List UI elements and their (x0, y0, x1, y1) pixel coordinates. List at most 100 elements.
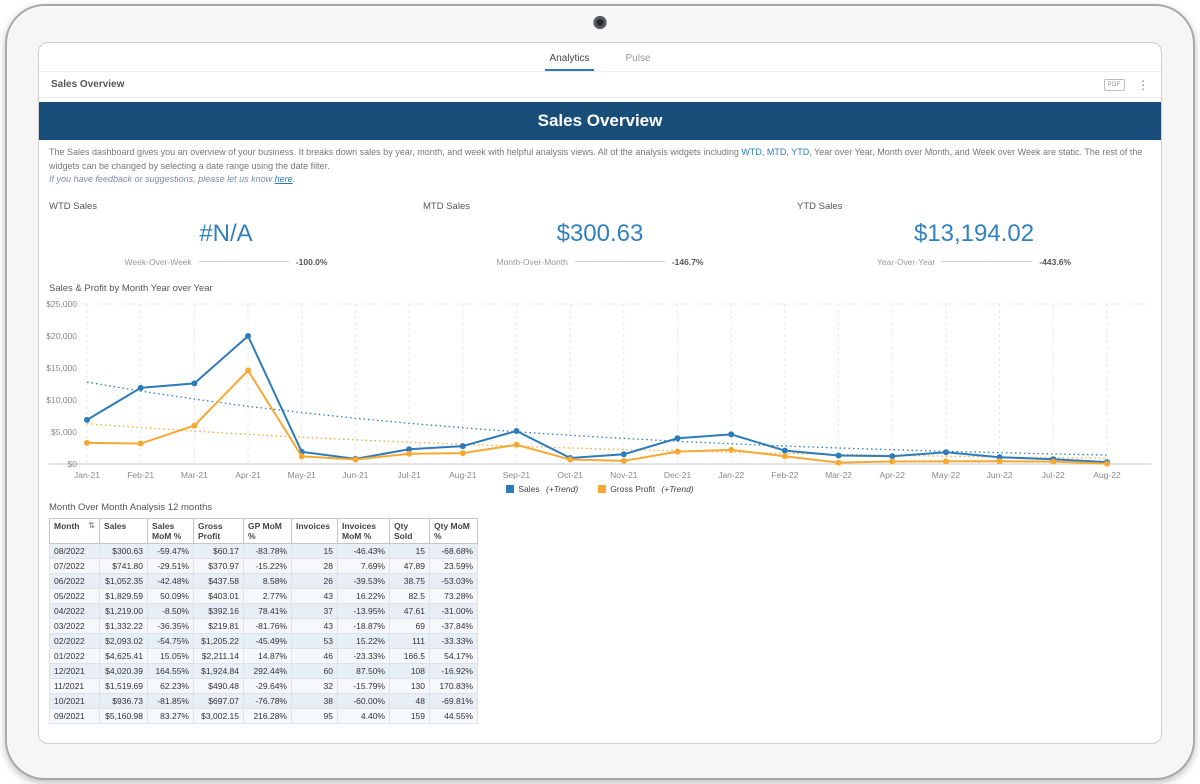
tab-pulse[interactable]: Pulse (622, 47, 655, 71)
legend-suffix: (+Trend) (545, 483, 579, 494)
table-row[interactable]: 05/2022 $1,829.59 50.09% $403.01 2.77% 43 16.2… (49, 587, 478, 604)
table-row[interactable]: 03/2022 $1,332.22 -36.35% $219.81 -81.76% 43-… (49, 617, 478, 634)
column-header-label: Qty MoM % (434, 520, 470, 541)
table-cell: -45.49% (243, 632, 292, 649)
column-header[interactable]: GP MoM % (243, 517, 292, 544)
column-header[interactable]: Qty MoM % (429, 517, 478, 544)
table-cell: 46 (291, 647, 338, 664)
svg-text:Jun-21: Jun-21 (342, 470, 368, 480)
export-pdf-icon[interactable]: PDF (1103, 78, 1125, 91)
table-cell: $437.58 (193, 572, 244, 589)
table-cell: -15.79% (337, 677, 390, 694)
table-cell: 50.09% (147, 587, 194, 604)
svg-text:Mar-22: Mar-22 (825, 470, 852, 480)
kpi-compare-value: -146.7% (671, 256, 704, 267)
table-cell: 53 (291, 632, 338, 649)
table-cell: 32 (291, 677, 338, 694)
table-row[interactable]: 11/2021 $1,519.69 62.23% $490.48 -29.64% 32 -1… (49, 677, 478, 694)
svg-text:Aug-21: Aug-21 (449, 470, 477, 480)
table-cell: 83.27% (147, 707, 194, 724)
kebab-menu-icon[interactable]: ⋮ (1137, 79, 1149, 91)
table-row[interactable]: 08/2022 $300.63 -59.47% $60.17 -83.78% 15 -46.… (49, 542, 478, 559)
kpi-compare: Year-Over-Year -443.6% (864, 257, 1083, 267)
svg-text:Jun-22: Jun-22 (987, 470, 1013, 480)
column-header[interactable]: Qty Sold (389, 517, 430, 544)
table-row[interactable]: 12/2021 $4,020.39 164.55% $1,924.84 292.44% 6… (49, 662, 478, 679)
table-cell: 216.28% (243, 707, 292, 724)
table-cell: $392.16 (193, 602, 244, 619)
table-cell: -81.76% (243, 617, 292, 634)
kpi-compare-value: -443.6% (1039, 256, 1072, 267)
kpi-divider-line (942, 261, 1033, 262)
table-cell: -15.22% (243, 557, 292, 574)
table-cell: -53.03% (429, 572, 478, 589)
svg-text:Jan-21: Jan-21 (74, 470, 100, 480)
table-row[interactable]: 09/2021 $5,160.98 83.27% $3,002.15 216.28% 95… (49, 707, 478, 724)
column-header[interactable]: Gross Profit (193, 517, 244, 544)
table-cell: $1,924.84 (193, 662, 244, 679)
column-header-label: Qty Sold (394, 520, 413, 541)
table-cell: 108 (389, 662, 430, 679)
page-title: Sales Overview (537, 111, 663, 130)
kpi-divider-line (574, 261, 665, 262)
table-cell: $1,219.00 (99, 602, 148, 619)
table-cell: 111 (389, 632, 430, 649)
table-cell: 47.89 (389, 557, 430, 574)
svg-text:$10,000: $10,000 (46, 395, 77, 405)
column-header[interactable]: Sales MoM % (147, 517, 194, 544)
column-header[interactable]: Invoices MoM % (337, 517, 390, 544)
kpi-value: #N/A (199, 219, 253, 247)
svg-text:$0: $0 (68, 459, 78, 469)
table-cell: 38 (291, 692, 338, 709)
feedback-link[interactable]: here (275, 174, 293, 184)
table-cell: 2.77% (243, 587, 292, 604)
table-cell: 06/2022 (49, 572, 100, 589)
table-cell: $1,332.22 (99, 617, 148, 634)
table-cell: -81.85% (147, 692, 194, 709)
table-cell: 04/2022 (49, 602, 100, 619)
table-cell: 03/2022 (49, 617, 100, 634)
table-cell: $1,829.59 (99, 587, 148, 604)
legend-item[interactable]: Gross Profit (+Trend) (598, 484, 694, 494)
column-header[interactable]: Sales (99, 517, 148, 544)
table-cell: -16.92% (429, 662, 478, 679)
table-cell: -33.33% (429, 632, 478, 649)
table-cell: 54.17% (429, 647, 478, 664)
page-title-banner: Sales Overview (39, 102, 1161, 140)
table-cell: $2,093.02 (99, 632, 148, 649)
column-header-label: Sales MoM % (152, 520, 182, 541)
table-cell: -60.00% (337, 692, 390, 709)
dashboard-description: The Sales dashboard gives you an overvie… (39, 140, 1161, 189)
table-cell: 78.41% (243, 602, 292, 619)
sales-profit-chart: $0 $5,000 $10,000 $15,000 $20,000 $25,000 Jan-… (46, 299, 1151, 480)
kpi-value: $300.63 (556, 219, 644, 247)
table-cell: 23.59% (429, 557, 478, 574)
table-cell: $300.63 (99, 542, 148, 559)
table-cell: -29.64% (243, 677, 292, 694)
table-row[interactable]: 01/2022 $4,625.41 15.05% $2,211.14 14.87% 46-… (49, 647, 478, 664)
table-row[interactable]: 07/2022 $741.80 -29.51% $370.97 -15.22% 28 7.6… (49, 557, 478, 574)
kpi-row: WTD Sales #N/A Week-Over-Week -100.0% MT… (39, 189, 1161, 275)
table-cell: 62.23% (147, 677, 194, 694)
table-row[interactable]: 06/2022 $1,052.35 -42.48% $437.58 8.58% 26 -39… (49, 572, 478, 589)
table-row[interactable]: 04/2022 $1,219.00 -8.50% $392.16 78.41% 37 -13… (49, 602, 478, 619)
column-header[interactable]: Month ⇅ (49, 517, 100, 544)
table-cell: 166.5 (389, 647, 430, 664)
table-row[interactable]: 02/2022 $2,093.02 -54.75% $1,205.22 -45.49% 5… (49, 632, 478, 649)
kpi-label: WTD Sales (49, 200, 98, 212)
svg-text:Apr-22: Apr-22 (880, 470, 906, 480)
sort-icon[interactable]: ⇅ (88, 521, 95, 530)
table-cell: -76.78% (243, 692, 292, 709)
feedback-line: If you have feedback or suggestions, ple… (49, 173, 1151, 187)
table-cell: $370.97 (193, 557, 244, 574)
table-cell: 12/2021 (49, 662, 100, 679)
legend-item[interactable]: Sales (+Trend) (506, 484, 578, 494)
column-header[interactable]: Invoices (291, 517, 338, 544)
table-cell: $1,052.35 (99, 572, 148, 589)
svg-text:Sep-21: Sep-21 (503, 470, 531, 480)
column-header-label: Sales (104, 520, 127, 531)
breadcrumb[interactable]: Sales Overview (51, 79, 124, 90)
table-row[interactable]: 10/2021 $936.73 -81.85% $697.07 -76.78% 38 -60… (49, 692, 478, 709)
table-cell: 10/2021 (49, 692, 100, 709)
tab-analytics[interactable]: Analytics (545, 47, 594, 71)
